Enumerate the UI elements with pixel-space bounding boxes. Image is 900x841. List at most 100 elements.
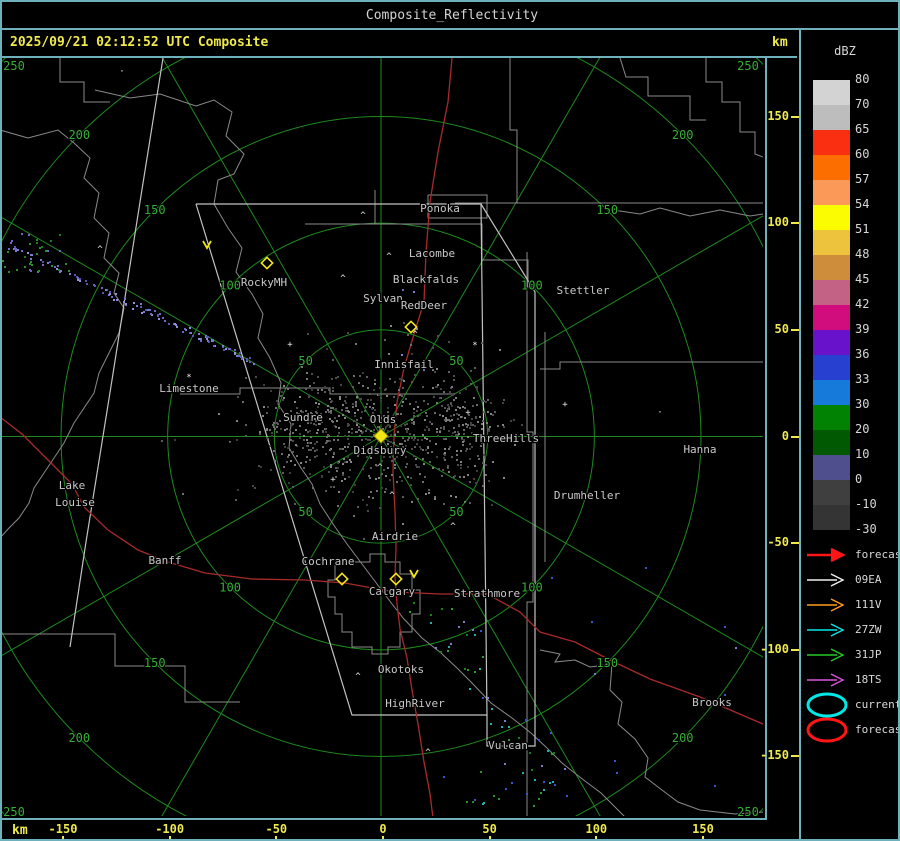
dbz-band-swatch xyxy=(813,505,850,530)
city-label-strathmore: Strathmore xyxy=(454,587,520,600)
range-spoke xyxy=(380,436,601,816)
track-legend-label: 18TS xyxy=(855,673,882,686)
city-label-lacombe: Lacombe xyxy=(409,247,455,260)
map-boundary-line xyxy=(59,58,110,103)
city-label-brooks: Brooks xyxy=(692,696,732,709)
station-marker: · xyxy=(657,408,662,418)
echo-speckles xyxy=(443,771,551,805)
window-titlebar: Composite_Reflectivity xyxy=(2,2,898,30)
station-marker: * xyxy=(186,373,191,383)
city-label-blackfalds: Blackfalds xyxy=(393,273,459,286)
right-axis-tick-label: -150 xyxy=(760,748,789,763)
track-ellipse-icon xyxy=(803,715,851,745)
dbz-band-swatch xyxy=(813,105,850,130)
dbz-band-swatch xyxy=(813,430,850,455)
dbz-scale-label: 60 xyxy=(855,147,870,161)
city-label-highriver: HighRiver xyxy=(385,697,445,710)
echo-speckles xyxy=(161,325,524,540)
dbz-scale-label: 42 xyxy=(855,297,870,311)
track-legend-label: 31JP xyxy=(855,648,882,661)
station-marker: ^ xyxy=(355,672,361,682)
dbz-band-swatch xyxy=(813,380,850,405)
bottom-axis-unit-label: km xyxy=(12,823,28,838)
map-boundary-line xyxy=(619,58,706,121)
ring-distance-label: 100 xyxy=(521,279,543,293)
right-axis-tick xyxy=(791,755,799,758)
dbz-scale-label: 33 xyxy=(855,372,870,386)
radar-site-marker[interactable] xyxy=(373,428,389,444)
city-label-threehills: ThreeHills xyxy=(473,432,539,445)
track-legend-label: 09EA xyxy=(855,573,882,586)
dbz-scale-label: 0 xyxy=(855,472,863,486)
right-axis-tick-label: 50 xyxy=(774,321,789,336)
bottom-axis-tick-label: -50 xyxy=(265,822,288,836)
station-marker: ^ xyxy=(340,274,346,284)
bottom-axis-tick-label: 150 xyxy=(692,822,714,836)
station-marker: ^ xyxy=(389,491,395,501)
dbz-band-swatch xyxy=(813,80,850,105)
radar-viewer-window: Composite_Reflectivity 2025/09/21 02:12:… xyxy=(0,0,900,841)
city-label-sundre: Sundre xyxy=(283,411,323,424)
city-label-calgary: Calgary xyxy=(369,585,416,598)
bottom-axis-tick xyxy=(382,836,384,839)
map-boundary-line xyxy=(509,58,518,203)
dbz-scale-label: 20 xyxy=(855,422,870,436)
dbz-band-swatch xyxy=(813,355,850,380)
ring-distance-label: 50 xyxy=(449,354,463,368)
dbz-scale-label: 65 xyxy=(855,122,870,136)
city-label-cochrane: Cochrane xyxy=(302,555,355,568)
right-axis-tick xyxy=(791,435,799,438)
right-axis-tick xyxy=(791,648,799,651)
ring-distance-label: 250 xyxy=(3,59,25,73)
station-marker: + xyxy=(562,400,568,410)
ring-distance-label: 250 xyxy=(3,805,25,816)
dbz-scale-label: 45 xyxy=(855,272,870,286)
dbz-scale-label: 39 xyxy=(855,322,870,336)
dbz-band-swatch xyxy=(813,405,850,430)
radar-map-viewport[interactable]: 50 50 50 50 100 100 100 100 150 150 150 150 200 200 20… xyxy=(2,58,767,820)
station-marker: · xyxy=(227,438,232,448)
dbz-band-swatch xyxy=(813,330,850,355)
map-boundary-line xyxy=(539,649,763,815)
radar-map-canvas: 50 5050 50100 100100 100150 150150 150200 20020… xyxy=(2,58,763,816)
range-spoke xyxy=(161,58,382,437)
station-marker: · xyxy=(462,498,467,508)
map-boundary-line xyxy=(540,361,763,370)
city-label-rockymh: RockyMH xyxy=(241,276,287,289)
city-label-hanna: Hanna xyxy=(683,443,716,456)
dbz-band-swatch xyxy=(813,180,850,205)
dbz-scale-label: 70 xyxy=(855,97,870,111)
station-marker: + xyxy=(465,408,471,418)
ring-distance-label: 200 xyxy=(672,128,694,142)
city-label-banff: Banff xyxy=(148,554,181,567)
right-axis-tick xyxy=(791,328,799,331)
track-legend-label: 27ZW xyxy=(855,623,882,636)
city-label-innisfail: Innisfail xyxy=(374,358,434,371)
bottom-axis-tick xyxy=(488,836,491,839)
dbz-band-swatch xyxy=(813,205,850,230)
dbz-band-swatch xyxy=(813,305,850,330)
dbz-scale-label: 57 xyxy=(855,172,870,186)
station-marker: ^ xyxy=(412,330,418,340)
dbz-scale-label: 80 xyxy=(855,72,870,86)
ring-distance-label: 250 xyxy=(737,805,759,816)
city-label-louise: Louise xyxy=(55,496,95,509)
dbz-scale-label: 36 xyxy=(855,347,870,361)
bottom-axis-tick-label: -150 xyxy=(48,822,78,836)
range-spoke xyxy=(161,436,382,816)
city-label-olds: Olds xyxy=(370,413,397,426)
track-legend-label: 111V xyxy=(855,598,882,611)
track-legend-label: forecast xyxy=(855,723,898,736)
right-axis-tick-label: 150 xyxy=(767,108,789,123)
ring-distance-label: 250 xyxy=(737,59,759,73)
dbz-band-swatch xyxy=(813,155,850,180)
station-marker: ^ xyxy=(450,522,456,532)
dbz-band-swatch xyxy=(813,480,850,505)
right-axis-tick-label: -100 xyxy=(760,641,789,656)
map-boundary-line xyxy=(526,252,534,816)
bottom-axis-tick-label: 100 xyxy=(585,822,608,836)
map-boundary-line xyxy=(327,553,421,655)
dbz-scale-label: 30 xyxy=(855,397,870,411)
right-axis-tick xyxy=(791,222,799,225)
bottom-axis: km -150 -100 -50 0 50 100 150 xyxy=(2,820,799,839)
